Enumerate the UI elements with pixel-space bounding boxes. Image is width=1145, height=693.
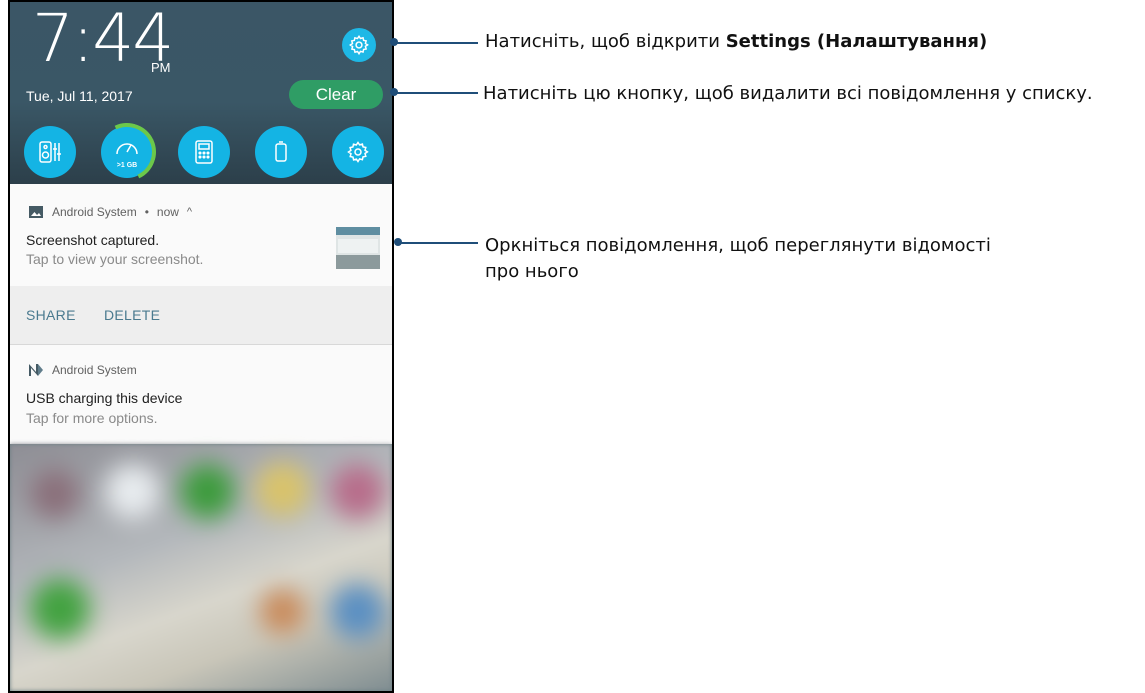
gear-icon [348,34,369,56]
notification-app-name: Android System [52,205,137,219]
settings-tile[interactable] [332,126,384,178]
battery-tile[interactable] [255,126,307,178]
screenshot-notification[interactable]: Android System • now ^ Screenshot captur… [10,184,392,286]
annotation-line [394,42,478,44]
calculator-tile[interactable] [178,126,230,178]
notification-app-name: Android System [52,363,137,377]
android-n-icon [29,364,43,376]
usb-notification[interactable]: Android System USB charging this device … [10,345,392,444]
notification-text: Tap to view your screenshot. [26,251,204,267]
memory-label: >1 GB [116,162,138,169]
audio-wizard-tile[interactable] [24,126,76,178]
notification-time: now [156,205,179,219]
phone-frame: 7:44 PM Tue, Jul 11, 2017 Clear >1 GB An… [8,0,394,693]
separator-dot: • [144,205,149,219]
notification-text: Tap for more options. [26,410,158,426]
boost-tile[interactable]: >1 GB [89,114,165,190]
settings-icon [347,141,369,163]
screenshot-thumbnail[interactable] [336,227,380,269]
image-icon [29,206,43,218]
calculator-icon [195,140,213,164]
clock-ampm: PM [151,60,171,75]
date-label: Tue, Jul 11, 2017 [26,88,133,104]
notification-title: USB charging this device [26,390,183,406]
notification-title: Screenshot captured. [26,232,160,248]
notification-app-row: Android System • now ^ [28,204,192,220]
annotation-line [398,242,478,244]
notification-app-row: Android System [28,363,137,377]
memory-ring [89,114,165,190]
audio-wizard-icon [39,141,61,163]
share-button[interactable]: SHARE [26,307,76,323]
clear-annotation: Натисніть цю кнопку, щоб видалити всі по… [483,83,1093,104]
battery-icon [275,141,287,162]
clear-all-button[interactable]: Clear [289,80,383,109]
shade-header: 7:44 PM Tue, Jul 11, 2017 Clear >1 GB [10,2,392,190]
settings-annotation: Натисніть, щоб відкрити Settings (Налашт… [485,31,988,52]
home-wallpaper [10,444,392,691]
chevron-up-icon[interactable]: ^ [187,206,192,218]
settings-button[interactable] [342,28,376,62]
notification-shade: 7:44 PM Tue, Jul 11, 2017 Clear >1 GB An… [10,2,392,691]
notification-annotation: Оркніться повідомлення, щоб переглянути … [485,235,991,282]
annotation-line [394,92,478,94]
delete-button[interactable]: DELETE [104,307,160,323]
